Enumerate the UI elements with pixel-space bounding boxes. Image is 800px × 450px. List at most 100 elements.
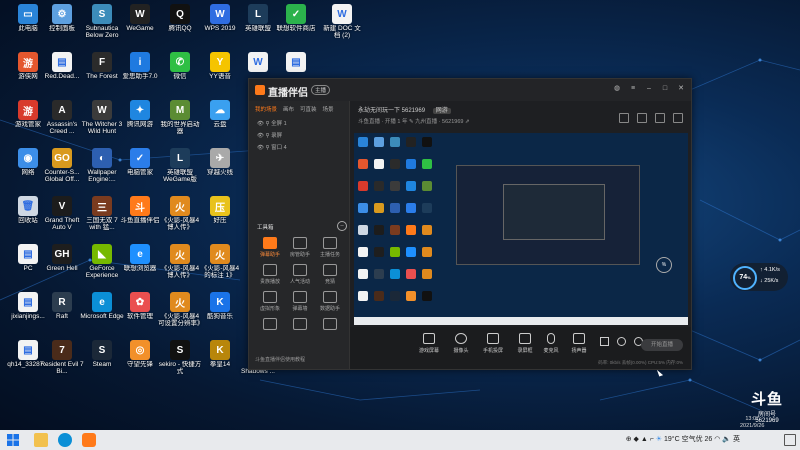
tutorial-link[interactable]: 斗鱼直播伴侣使用教程 xyxy=(255,356,305,363)
preview-desktop-icon xyxy=(374,159,384,169)
minimize-icon[interactable]: – xyxy=(645,85,653,93)
desktop-icon[interactable]: e 联想浏览器 xyxy=(118,244,162,282)
desktop-icon[interactable]: ✓ 电脑管家 xyxy=(118,148,162,186)
settings-icon[interactable] xyxy=(655,113,665,123)
share-icon[interactable] xyxy=(673,113,683,123)
desktop-icon[interactable]: A Assassin's Creed ... xyxy=(40,100,84,138)
douyu-live-companion-window[interactable]: 直播伴侣 主播 ◍ ≡ – □ ✕ 我的场景 画布 可直装 场景 👁 ⚲ 全屏 … xyxy=(248,78,692,370)
close-icon[interactable]: ✕ xyxy=(677,85,685,93)
desktop-icon[interactable]: M 我的世界启动器 xyxy=(158,100,202,138)
tool-button[interactable] xyxy=(315,318,345,332)
stream-title[interactable]: 永劫无间玩一下 5621969 网游 xyxy=(358,105,451,114)
live-preview[interactable]: % xyxy=(354,133,688,325)
douyu-taskbar-icon[interactable] xyxy=(82,433,96,447)
phone-cast-button[interactable]: 手机投屏 xyxy=(478,333,508,354)
desktop-icon[interactable]: 火《火影-风暴4 博人传》 xyxy=(158,244,202,282)
desktop-icon-label: 腾讯网游 xyxy=(127,121,153,128)
tray-icons[interactable]: ⊕ ◆ ▲ ⌐ xyxy=(626,436,656,443)
desktop-icon[interactable]: i 爱思助手7.0 xyxy=(118,52,162,90)
desktop-icon[interactable]: GH Green Hell xyxy=(40,244,84,282)
tab-canvas[interactable]: 画布 xyxy=(283,105,294,113)
desktop-icon[interactable]: Ssekiro - 快捷方式 xyxy=(158,340,202,378)
desktop-icon[interactable]: ☁ 云盘 xyxy=(198,100,242,138)
tool-icon xyxy=(293,318,307,330)
menu-icon[interactable]: ≡ xyxy=(629,85,637,93)
file-icon: ▤ xyxy=(52,52,72,72)
desktop-icon[interactable]: R Raft xyxy=(40,292,84,330)
tab-scene[interactable]: 场景 xyxy=(323,105,334,113)
game-screen-button[interactable]: 游戏屏幕 xyxy=(414,333,444,354)
desktop-icon[interactable]: W 新建 DOC 文档 (2) xyxy=(320,4,364,42)
scene-item-window[interactable]: 👁 ⚲ 窗口 4 xyxy=(257,143,287,151)
tool-icon xyxy=(323,264,337,276)
tool-button[interactable]: 弹幕墙 xyxy=(285,291,315,312)
desktop-icon[interactable]: Q 腾讯QQ xyxy=(158,4,202,42)
desktop-icon[interactable]: K 酷狗音乐 xyxy=(198,292,242,330)
tool-button[interactable] xyxy=(285,318,315,332)
desktop-icon[interactable]: ◎ 守望先锋 xyxy=(118,340,162,378)
preview-desktop-icon xyxy=(422,137,432,147)
desktop-icon[interactable]: GO Counter-S... Global Off... xyxy=(40,148,84,186)
taskbar-clock[interactable]: 13:07 2021/9/26 xyxy=(740,416,764,430)
desktop-icon[interactable]: ▤ Red.Dead... xyxy=(40,52,84,90)
speaker-button[interactable]: 扬声器 xyxy=(564,333,594,354)
system-tray[interactable]: ⊕ ◆ ▲ ⌐ ☀ 19°C 空气优 26 ◠ 🔈 英 xyxy=(626,434,740,444)
tool-button[interactable]: 房管助手 xyxy=(285,237,315,258)
desktop-icon[interactable]: 火《火影-风暴4 博人传》 xyxy=(158,196,202,234)
desktop-icon[interactable]: ✈ 穿越火线 xyxy=(198,148,242,186)
desktop-icon[interactable]: 斗斗鱼直播伴侣 xyxy=(118,196,162,234)
desktop-icon[interactable]: V Grand Theft Auto V xyxy=(40,196,84,234)
layout-icon[interactable] xyxy=(619,113,629,123)
windows-start-icon[interactable] xyxy=(6,433,20,447)
desktop-icon[interactable]: 压好压 xyxy=(198,196,242,234)
scene-item-fullscreen[interactable]: 👁 ⚲ 全屏 1 xyxy=(257,119,287,127)
scene-item-record[interactable]: 👁 ⚲ 录屏 xyxy=(257,131,282,139)
desktop-icon[interactable]: W WeGame xyxy=(118,4,162,42)
tool-button[interactable]: 主播任务 xyxy=(315,237,345,258)
avatar-icon[interactable]: ◍ xyxy=(613,85,621,93)
file-explorer-icon[interactable] xyxy=(34,433,48,447)
tool-button[interactable]: 贵族播放 xyxy=(255,264,285,285)
record-icon[interactable] xyxy=(600,337,609,346)
maximize-icon[interactable]: □ xyxy=(661,85,669,93)
microphone-button[interactable]: 麦克风 xyxy=(536,333,566,354)
notification-icon[interactable] xyxy=(784,434,796,446)
desktop-icon[interactable]: 火《火影-风暴4 可设置分辨率》 xyxy=(158,292,202,330)
source-toolbar: 游戏屏幕 摄像头 手机投屏 录屏框 麦克风 扬声器 开始直播 码率: 0kb/s… xyxy=(350,327,691,369)
tool-button[interactable] xyxy=(255,318,285,332)
wegame-icon: W xyxy=(130,4,150,24)
desktop-icon-label: 控制面板 xyxy=(49,25,75,32)
tool-button[interactable]: 数据助手 xyxy=(315,291,345,312)
naruto-icon-4: 火 xyxy=(170,292,190,312)
nested-preview-window xyxy=(456,165,640,265)
tool-button[interactable]: 虚拟形象 xyxy=(255,291,285,312)
desktop-icon[interactable]: ✓ 联想软件商店 xyxy=(274,4,318,42)
stream-stat-icon: % xyxy=(656,257,672,273)
tool-button[interactable]: 竞猜 xyxy=(315,264,345,285)
tool-button[interactable]: 弹幕助手 xyxy=(255,237,285,258)
tab-my-scenes[interactable]: 我的场景 xyxy=(255,105,277,113)
edge-taskbar-icon[interactable] xyxy=(58,433,72,447)
desktop-icon[interactable]: ✦ 腾讯网游 xyxy=(118,100,162,138)
desktop-icon[interactable]: 7 Resident Evil 7 Bi... xyxy=(40,340,84,378)
i4-icon: i xyxy=(130,52,150,72)
network-monitor-widget[interactable]: 74% ↑ 4.1K/s ↓ 25K/s xyxy=(730,263,788,291)
timer-icon[interactable] xyxy=(617,337,626,346)
desktop-icon[interactable]: ✆ 微信 xyxy=(158,52,202,90)
desktop-icon-label: Counter-S... Global Off... xyxy=(44,169,80,183)
grid-icon[interactable] xyxy=(637,113,647,123)
naruto-icon-3: 火 xyxy=(210,244,230,264)
preview-desktop-icon xyxy=(358,247,368,257)
desktop-icon[interactable]: ✿ 软件管理 xyxy=(118,292,162,330)
desktop-icon[interactable]: 火《火影-风暴4 的标注 1》 xyxy=(198,244,242,282)
desktop-icon-label: Green Hell xyxy=(46,265,78,272)
start-live-button[interactable]: 开始直播 xyxy=(641,339,683,351)
raft-icon: R xyxy=(52,292,72,312)
tab-installable[interactable]: 可直装 xyxy=(300,105,317,113)
toolbox-more-icon[interactable]: – xyxy=(337,221,347,231)
desktop-icon[interactable]: ⚙ 控制面板 xyxy=(40,4,84,42)
tool-button[interactable]: 人气活动 xyxy=(285,264,315,285)
title-bar[interactable]: 直播伴侣 主播 ◍ ≡ – □ ✕ xyxy=(249,79,691,101)
desktop-icon[interactable]: L 英雄联盟 WeGame版 xyxy=(158,148,202,186)
camera-button[interactable]: 摄像头 xyxy=(446,333,476,354)
